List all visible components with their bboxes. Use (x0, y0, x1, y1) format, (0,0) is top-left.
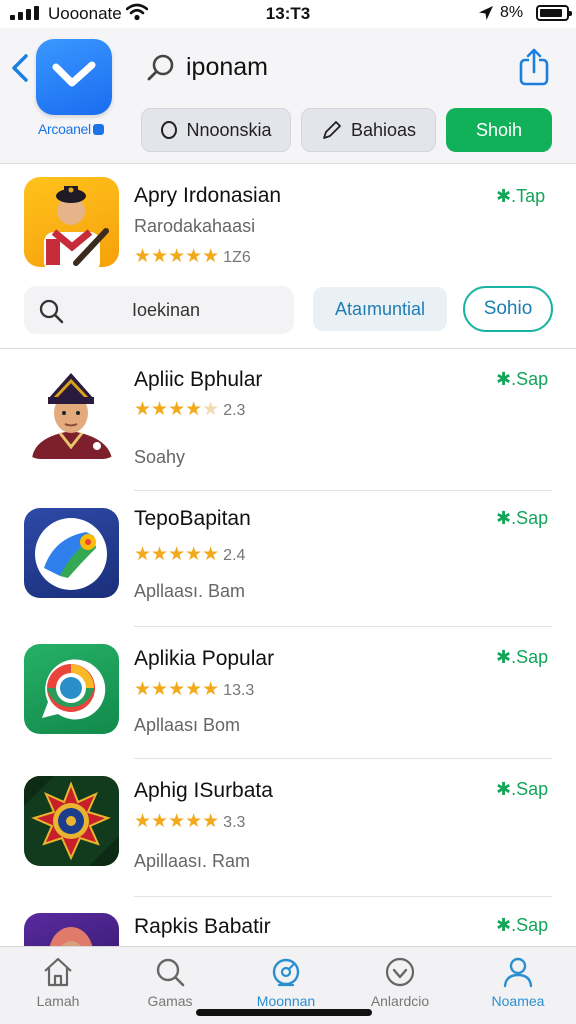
rating-value: 2.3 (223, 402, 246, 419)
chat-bubble-app-icon (24, 644, 119, 734)
app-title: Apry Irdonasian (134, 184, 282, 207)
shield-check-icon (385, 957, 415, 987)
pen-icon (323, 121, 341, 139)
tab-discover-label: Moonnan (256, 993, 316, 1009)
rating-value: 3.3 (223, 814, 246, 831)
star-rating: ★★★★★ 2.4 (134, 543, 245, 566)
search-header: Arcoanel iponam Nnoonskia Bahioas Shoih (0, 28, 576, 164)
stars-glyphs: ★★★★★ (134, 544, 220, 565)
battery-icon (536, 5, 572, 21)
app-subtitle: Rarodakahaasi (134, 216, 256, 236)
stars-glyphs: ★★★★★ (134, 246, 220, 267)
get-button[interactable]: ✱.Sap (496, 779, 548, 800)
rating-value: 1Z6 (223, 249, 251, 266)
list-item[interactable]: Rapkis Babatir ✱.Sap (0, 897, 576, 947)
star-rating: ★★★★★ 3.3 (134, 810, 245, 833)
star-rating: ★★★★★ 2.3 (134, 398, 245, 421)
logo-label: Arcoanel (38, 121, 104, 137)
filter-chip-2-label: Bahioas (350, 119, 417, 140)
app-title: Rapkis Babatir (134, 915, 271, 938)
list-item[interactable]: Aplikia Popular ★★★★★ 13.3 Apllaası Bom ✱… (0, 627, 576, 759)
search-query-text[interactable]: iponam (186, 53, 268, 82)
app-subtitle: Soahy (134, 447, 186, 467)
search-icon (156, 958, 185, 987)
person-icon (503, 957, 533, 988)
rating-value: 2.4 (223, 547, 246, 564)
star-rating: ★★★★★ 1Z6 (134, 245, 251, 268)
search-icon[interactable] (146, 52, 178, 84)
app-title: Aphig ISurbata (134, 779, 273, 802)
map-pin-app-icon (24, 508, 119, 598)
back-chevron-icon[interactable] (8, 50, 32, 86)
portrait-app-icon (24, 913, 119, 947)
get-button[interactable]: ✱.Sap (496, 369, 548, 390)
tab-home[interactable]: Lamah (3, 955, 113, 1009)
get-button[interactable]: ✱.Sap (496, 508, 548, 529)
get-button[interactable]: ✱.Sap (496, 915, 548, 936)
tab-profile[interactable]: Noamea (463, 955, 573, 1009)
list-item[interactable]: Aphig ISurbata ★★★★★ 3.3 Apillaası. Ram ✱… (0, 759, 576, 897)
inline-search-field[interactable]: Ioekinan (24, 286, 294, 334)
home-indicator (196, 1009, 372, 1016)
battery-percent: 8% (500, 4, 524, 21)
app-subtitle: Apllaası. Bam (134, 581, 246, 601)
share-icon[interactable] (518, 48, 550, 86)
warrior-portrait-icon (24, 369, 119, 459)
warrior-app-icon (24, 177, 119, 267)
filter-chip-1[interactable]: Nnoonskia (141, 108, 291, 152)
search-button-label: Shoih (475, 119, 523, 140)
get-button[interactable]: ✱.Tap (496, 186, 545, 207)
stars-glyphs: ★★★★★ (134, 811, 220, 832)
inline-search-text: Ioekinan (132, 300, 201, 320)
tab-discover[interactable]: Moonnan (231, 955, 341, 1009)
app-logo[interactable] (36, 39, 112, 115)
stars-glyphs: ★★★★★ (134, 679, 220, 700)
status-bar: Uooonate 13:T3 8% (0, 0, 576, 28)
filter-chip-1-label: Nnoonskia (186, 119, 272, 140)
app-list: Apry Irdonasian Rarodakahaasi ★★★★★ 1Z6 ✱… (0, 165, 576, 947)
check-logo-icon (52, 61, 96, 87)
app-subtitle: Apllaası Bom (134, 715, 241, 735)
app-title: TepoBapitan (134, 507, 251, 530)
app-title: Apliic Bphular (134, 368, 263, 391)
filter-chip-2[interactable]: Bahioas (301, 108, 436, 152)
search-outline-button[interactable]: Sohio (463, 286, 553, 332)
tab-search[interactable]: Gamas (115, 955, 225, 1009)
circle-icon (161, 121, 178, 139)
compass-icon (272, 958, 300, 987)
list-item-featured[interactable]: Apry Irdonasian Rarodakahaasi ★★★★★ 1Z6 ✱… (0, 165, 576, 349)
tab-search-label: Gamas (147, 993, 193, 1009)
get-button[interactable]: ✱.Sap (496, 647, 548, 668)
list-item[interactable]: Apliic Bphular ★★★★★ 2.3 Soahy ✱.Sap (0, 349, 576, 491)
emblem-app-icon (24, 776, 119, 866)
filter-button[interactable]: Ataımuntial (313, 287, 447, 331)
stars-glyphs: ★★★★★ (134, 399, 220, 420)
rating-value: 13.3 (223, 682, 255, 699)
tab-updates-label: Anlardcio (370, 993, 430, 1009)
logo-badge-icon (92, 124, 104, 135)
tab-home-label: Lamah (36, 993, 80, 1009)
star-rating: ★★★★★ 13.3 (134, 678, 254, 701)
app-title: Aplikia Popular (134, 647, 275, 670)
location-arrow-icon (479, 6, 493, 20)
app-subtitle: Apillaası. Ram (134, 851, 251, 871)
list-item[interactable]: TepoBapitan ★★★★★ 2.4 Apllaası. Bam ✱.Sap (0, 491, 576, 627)
tab-updates[interactable]: Anlardcio (345, 955, 455, 1009)
search-button[interactable]: Shoih (446, 108, 552, 152)
home-icon (44, 957, 72, 987)
search-icon (39, 299, 64, 324)
logo-label-text: Arcoanel (38, 121, 91, 137)
tab-profile-label: Noamea (491, 993, 545, 1009)
